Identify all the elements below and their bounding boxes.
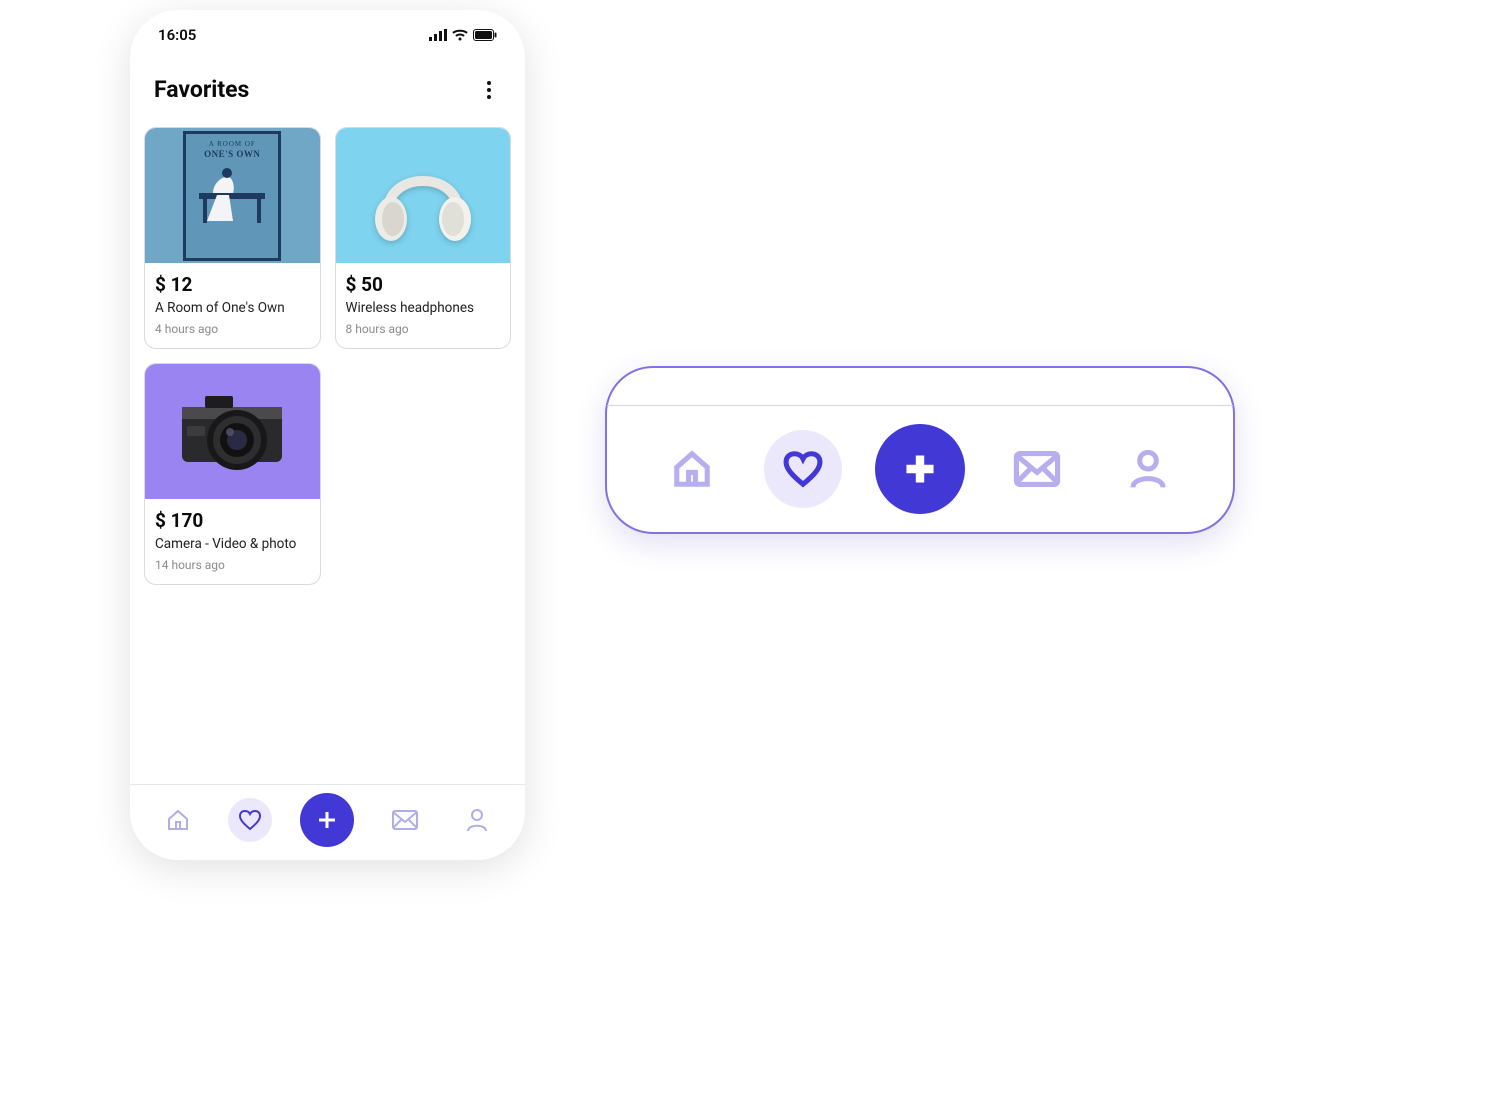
page-title: Favorites <box>154 76 249 103</box>
product-thumbnail <box>145 364 320 499</box>
product-title: Wireless headphones <box>346 300 501 316</box>
bottom-tab-bar <box>130 784 525 860</box>
nav-messages-large[interactable] <box>998 430 1076 508</box>
nav-messages[interactable] <box>383 798 427 842</box>
product-price: $ 12 <box>155 273 310 296</box>
product-thumbnail: A ROOM OF ONE'S OWN <box>145 128 320 263</box>
product-title: Camera - Video & photo <box>155 536 310 552</box>
heart-icon <box>781 447 825 491</box>
tab-bar-detail-panel <box>605 366 1235 534</box>
battery-icon <box>473 29 497 41</box>
book-title-line1: A ROOM OF <box>209 140 256 148</box>
nav-profile-large[interactable] <box>1109 430 1187 508</box>
plus-icon <box>314 807 340 833</box>
camera-illustration <box>167 382 297 482</box>
headphones-illustration <box>363 141 483 251</box>
product-card[interactable]: A ROOM OF ONE'S OWN $ 12 A Room of One's… <box>144 127 321 349</box>
product-time: 4 hours ago <box>155 322 310 336</box>
nav-home-large[interactable] <box>653 430 731 508</box>
home-icon <box>670 447 714 491</box>
cellular-icon <box>429 29 447 41</box>
header: Favorites <box>130 52 525 115</box>
product-time: 14 hours ago <box>155 558 310 572</box>
home-icon <box>165 807 191 833</box>
product-thumbnail <box>336 128 511 263</box>
mail-icon <box>391 809 419 831</box>
wifi-icon <box>452 29 468 41</box>
product-info: $ 50 Wireless headphones 8 hours ago <box>336 263 511 348</box>
nav-home[interactable] <box>156 798 200 842</box>
product-price: $ 170 <box>155 509 310 532</box>
product-title: A Room of One's Own <box>155 300 310 316</box>
plus-icon <box>898 447 942 491</box>
product-info: $ 12 A Room of One's Own 4 hours ago <box>145 263 320 348</box>
nav-profile[interactable] <box>455 798 499 842</box>
product-time: 8 hours ago <box>346 322 501 336</box>
status-icons <box>429 29 497 41</box>
phone-frame: 16:05 Favorites A ROOM OF ONE'S OWN <box>130 10 525 860</box>
product-info: $ 170 Camera - Video & photo 14 hours ag… <box>145 499 320 584</box>
clock: 16:05 <box>158 26 196 44</box>
product-card[interactable]: $ 50 Wireless headphones 8 hours ago <box>335 127 512 349</box>
nav-favorites-large[interactable] <box>764 430 842 508</box>
tab-bar-detail-row <box>607 406 1233 532</box>
status-bar: 16:05 <box>130 26 525 52</box>
user-icon <box>1128 447 1168 491</box>
favorites-grid: A ROOM OF ONE'S OWN $ 12 A Room of One's… <box>130 115 525 784</box>
panel-divider <box>607 368 1233 406</box>
kebab-icon <box>487 81 491 99</box>
mail-icon <box>1013 450 1061 488</box>
heart-icon <box>237 807 263 833</box>
product-price: $ 50 <box>346 273 501 296</box>
nav-favorites[interactable] <box>228 798 272 842</box>
product-card[interactable]: $ 170 Camera - Video & photo 14 hours ag… <box>144 363 321 585</box>
nav-add[interactable] <box>300 793 354 847</box>
book-title-line2: ONE'S OWN <box>204 149 260 159</box>
more-options-button[interactable] <box>477 78 501 102</box>
nav-add-large[interactable] <box>875 424 965 514</box>
user-icon <box>465 807 489 833</box>
book-cover-illustration: A ROOM OF ONE'S OWN <box>183 131 281 261</box>
